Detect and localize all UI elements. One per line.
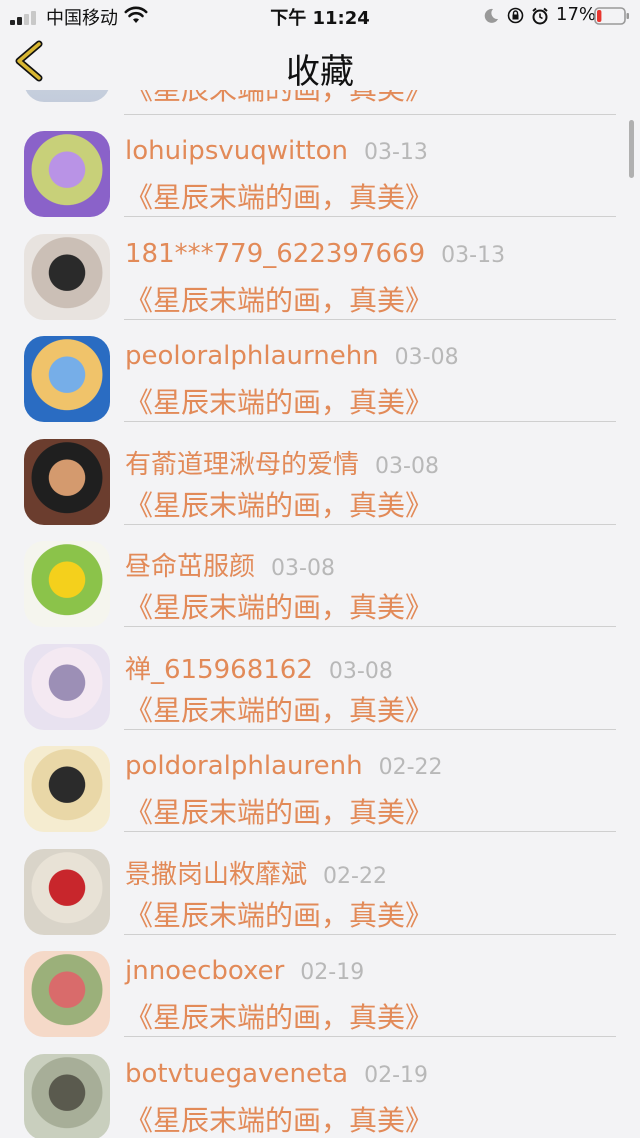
username[interactable]: peoloralphlaurnehn — [125, 341, 379, 371]
avatar[interactable] — [24, 131, 110, 217]
name-line: lohuipsvuqwitton 03-13 — [125, 136, 428, 166]
divider — [124, 114, 616, 115]
list-item[interactable]: peoloralphlaurnehn 03-08 《星辰末端的画，真美》 — [0, 321, 640, 423]
name-line: 禅_615968162 03-08 — [125, 649, 393, 686]
list-item[interactable]: jnnoecboxer 02-19 《星辰末端的画，真美》 — [0, 936, 640, 1038]
message-text: 《星辰末端的画，真美》 — [125, 591, 434, 624]
avatar[interactable] — [24, 336, 110, 422]
moon-icon — [484, 8, 498, 23]
message-text: 《星辰末端的画，真美》 — [125, 181, 434, 214]
name-line: 有萮道理湫母的爱情 03-08 — [125, 444, 439, 481]
username[interactable]: 禅_615968162 — [125, 655, 313, 685]
divider — [124, 216, 616, 217]
date-label: 03-08 — [328, 658, 393, 684]
name-line: 景撒岗山敉靡斌 02-22 — [125, 854, 387, 891]
avatar[interactable] — [24, 1053, 110, 1138]
navigation-bar: 收藏 — [0, 32, 640, 92]
divider — [124, 831, 616, 832]
page-title: 收藏 — [286, 52, 354, 92]
username[interactable]: 181***779_622397669 — [125, 239, 425, 269]
message-text: 《星辰末端的画，真美》 — [125, 796, 434, 829]
date-label: 03-08 — [394, 345, 459, 370]
avatar[interactable] — [24, 233, 110, 320]
message-text: 《星辰末端的画，真美》 — [125, 1103, 434, 1137]
list-item[interactable]: lohuipsvuqwitton 03-13 《星辰末端的画，真美》 — [0, 116, 640, 218]
divider — [124, 318, 616, 320]
battery-icon — [594, 7, 629, 25]
name-line: poldoralphlaurenh 02-22 — [125, 751, 443, 781]
message-text: 《星辰末端的画，真美》 — [125, 693, 434, 727]
date-label: 02-19 — [364, 1062, 429, 1088]
avatar[interactable] — [24, 643, 110, 730]
name-line: 昼命茁服颜 03-08 — [125, 546, 335, 583]
favorites-list[interactable]: 《星辰末端的画，真美》 lohuipsvuqwitton 03-13 《星辰末端的画… — [0, 90, 640, 1138]
date-label: 03-13 — [441, 242, 506, 268]
divider — [124, 523, 616, 525]
username[interactable]: 景撒岗山敉靡斌 — [125, 860, 307, 890]
message-text: 《星辰末端的画，真美》 — [125, 386, 434, 419]
avatar[interactable] — [24, 438, 110, 525]
list-item[interactable]: poldoralphlaurenh 02-22 《星辰末端的画，真美》 — [0, 731, 640, 833]
status-bar: 中国移动 下午 11:24 17% — [0, 0, 640, 32]
list-item[interactable]: botvtuegaveneta 02-19 《星辰末端的画，真美》 — [0, 1039, 640, 1138]
avatar[interactable] — [24, 848, 110, 935]
username[interactable]: jnnoecboxer — [125, 956, 284, 986]
name-line: peoloralphlaurnehn 03-08 — [125, 341, 459, 371]
username[interactable]: poldoralphlaurenh — [125, 751, 363, 781]
message-text: 《星辰末端的画，真美》 — [125, 1001, 434, 1034]
name-line: jnnoecboxer 02-19 — [125, 956, 364, 986]
scrollbar[interactable] — [629, 120, 634, 178]
rotation-lock-icon — [507, 7, 524, 24]
divider — [124, 1036, 616, 1037]
list-item[interactable]: 禅_615968162 03-08 《星辰末端的画，真美》 — [0, 629, 640, 731]
date-label: 02-19 — [300, 960, 365, 985]
date-label: 02-22 — [323, 863, 387, 889]
username[interactable]: 昼命茁服颜 — [125, 552, 255, 582]
alarm-icon — [532, 7, 548, 25]
list-item[interactable]: 昼命茁服颜 03-08 《星辰末端的画，真美》 — [0, 526, 640, 628]
date-label: 03-08 — [375, 453, 439, 479]
divider — [124, 421, 616, 422]
name-line: 181***779_622397669 03-13 — [125, 239, 505, 269]
list-item[interactable]: 181***779_622397669 03-13 《星辰末端的画，真美》 — [0, 219, 640, 321]
divider — [124, 933, 616, 935]
list-item[interactable]: 有萮道理湫母的爱情 03-08 《星辰末端的画，真美》 — [0, 424, 640, 526]
name-line: botvtuegaveneta 02-19 — [125, 1059, 428, 1089]
date-label: 02-22 — [378, 755, 443, 780]
divider — [124, 728, 616, 730]
avatar[interactable] — [24, 746, 110, 832]
date-label: 03-08 — [271, 556, 335, 581]
date-label: 03-13 — [364, 140, 428, 165]
list-item[interactable]: 景撒岗山敉靡斌 02-22 《星辰末端的画，真美》 — [0, 834, 640, 936]
avatar[interactable] — [24, 541, 110, 627]
avatar[interactable] — [24, 951, 110, 1037]
message-text: 《星辰末端的画，真美》 — [125, 898, 434, 932]
username[interactable]: 有萮道理湫母的爱情 — [125, 450, 359, 480]
username[interactable]: lohuipsvuqwitton — [125, 136, 348, 166]
username[interactable]: botvtuegaveneta — [125, 1059, 348, 1089]
message-text: 《星辰末端的画，真美》 — [125, 488, 434, 522]
message-text: 《星辰末端的画，真美》 — [125, 283, 434, 317]
divider — [124, 626, 616, 627]
battery-percent: 17% — [556, 4, 597, 25]
